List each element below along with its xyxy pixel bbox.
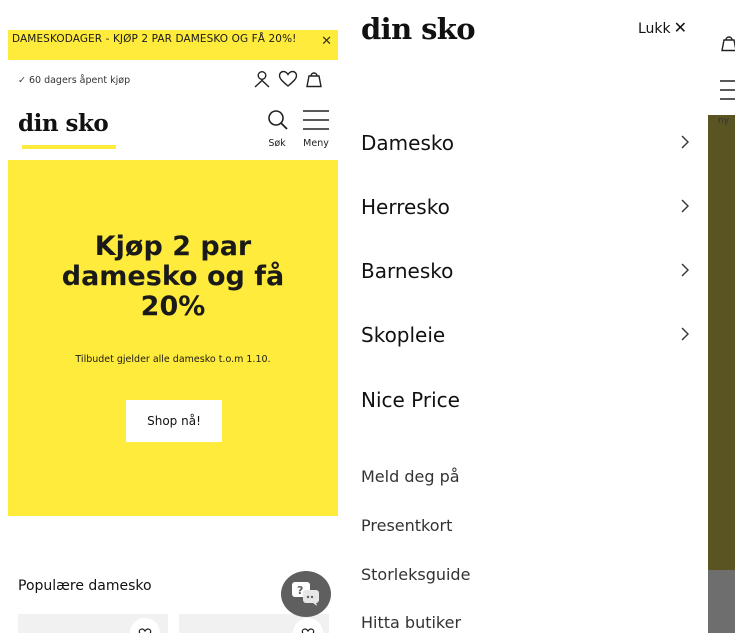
bag-icon bbox=[721, 36, 735, 52]
product-card[interactable] bbox=[18, 614, 168, 633]
meny-label-fragment: ny bbox=[718, 116, 730, 126]
menu-label: Meny bbox=[303, 138, 329, 149]
chevron-right-icon bbox=[681, 135, 689, 149]
hamburger-icon bbox=[303, 110, 329, 130]
menu-item-label: Herresko bbox=[361, 195, 450, 219]
menu-item-damesko[interactable]: Damesko bbox=[361, 131, 696, 167]
menu-link-meld-deg-pa[interactable]: Meld deg på bbox=[361, 467, 460, 486]
promo-close-icon[interactable]: ✕ bbox=[321, 35, 332, 49]
menu-item-label: Barnesko bbox=[361, 259, 454, 283]
close-menu-button[interactable]: Lukk ✕ bbox=[638, 18, 687, 37]
menu-item-skopleie[interactable]: Skopleie bbox=[361, 323, 696, 359]
favorite-button[interactable] bbox=[130, 618, 160, 633]
heart-icon[interactable] bbox=[278, 70, 298, 88]
chevron-right-icon bbox=[681, 327, 689, 341]
hero-subtitle: Tilbudet gjelder alle damesko t.o.m 1.10… bbox=[75, 354, 271, 365]
trust-text: 60 dagers åpent kjøp bbox=[28, 75, 131, 86]
svg-text:?: ? bbox=[297, 584, 303, 597]
heart-icon bbox=[301, 628, 315, 633]
search-button[interactable]: Søk bbox=[264, 108, 290, 154]
menu-item-nice-price[interactable]: Nice Price bbox=[361, 388, 696, 424]
promo-banner: DAMESKODAGER - KJØP 2 PAR DAMESKO OG FÅ … bbox=[8, 30, 338, 60]
menu-item-label: Nice Price bbox=[361, 388, 460, 412]
page-overlay[interactable]: ny bbox=[708, 0, 735, 633]
heart-icon bbox=[138, 628, 152, 633]
chat-button[interactable]: ? bbox=[281, 571, 331, 617]
menu-item-barnesko[interactable]: Barnesko bbox=[361, 259, 696, 295]
search-label: Søk bbox=[268, 138, 286, 149]
logo-underline bbox=[22, 145, 116, 149]
chat-icon: ? bbox=[292, 582, 319, 606]
shop-now-button[interactable]: Shop nå! bbox=[126, 400, 222, 442]
trust-row: ✓ 60 dagers åpent kjøp bbox=[18, 75, 130, 86]
search-icon bbox=[268, 110, 288, 130]
close-label: Lukk bbox=[638, 21, 671, 37]
promo-banner-text: DAMESKODAGER - KJØP 2 PAR DAMESKO OG FÅ … bbox=[12, 33, 297, 45]
menu-link-hitta-butiker[interactable]: Hitta butiker bbox=[361, 613, 461, 632]
menu-link-presentkort[interactable]: Presentkort bbox=[361, 516, 452, 535]
header-icons bbox=[253, 70, 333, 90]
menu-item-label: Skopleie bbox=[361, 323, 446, 347]
favorite-button[interactable] bbox=[293, 618, 323, 633]
overlay-hero-fragment bbox=[708, 115, 735, 570]
drawer-logo[interactable]: din sko bbox=[361, 12, 476, 46]
checkmark-icon: ✓ bbox=[18, 75, 26, 86]
hamburger-icon bbox=[720, 80, 735, 100]
mobile-page: DAMESKODAGER - KJØP 2 PAR DAMESKO OG FÅ … bbox=[0, 0, 340, 633]
user-icon[interactable] bbox=[253, 70, 271, 88]
menu-button[interactable]: Meny bbox=[298, 108, 334, 154]
bag-icon[interactable] bbox=[305, 70, 323, 88]
chevron-right-icon bbox=[681, 263, 689, 277]
hero-banner: Kjøp 2 par damesko og få 20% Tilbudet gj… bbox=[8, 160, 338, 516]
close-icon: ✕ bbox=[673, 18, 688, 37]
menu-link-storleksguide[interactable]: Storleksguide bbox=[361, 565, 470, 584]
menu-drawer: din sko Lukk ✕ Damesko Herresko Barnesko … bbox=[340, 0, 715, 633]
logo[interactable]: din sko bbox=[18, 110, 109, 137]
popular-heading: Populære damesko bbox=[18, 578, 152, 594]
hero-title: Kjøp 2 par damesko og få 20% bbox=[61, 231, 285, 322]
menu-item-herresko[interactable]: Herresko bbox=[361, 195, 696, 231]
menu-item-label: Damesko bbox=[361, 131, 454, 155]
chevron-right-icon bbox=[681, 199, 689, 213]
